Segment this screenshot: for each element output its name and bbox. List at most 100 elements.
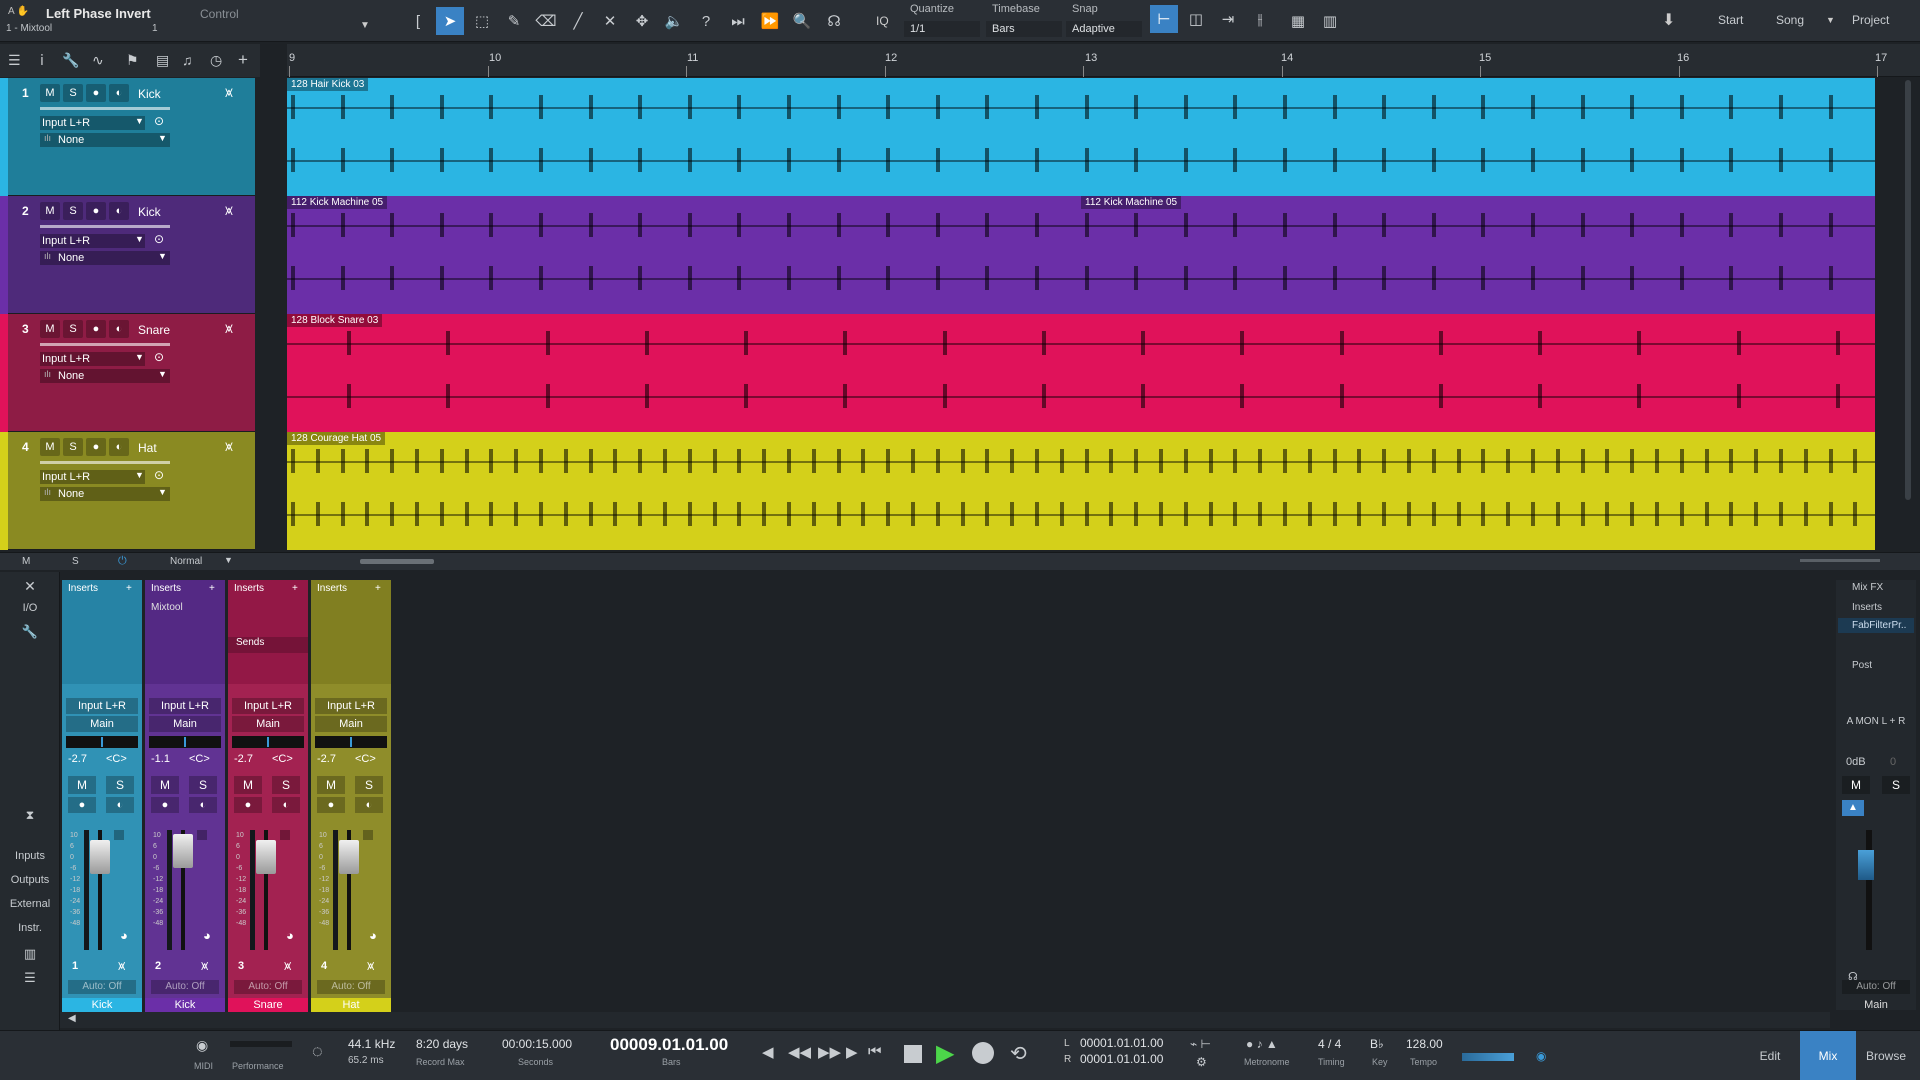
sync-icon[interactable]: ◌ <box>312 1041 323 1062</box>
zoom-icon[interactable]: 🔍 <box>788 7 816 35</box>
inserts-label[interactable]: Inserts <box>68 583 98 594</box>
inserts-panel[interactable]: Inserts + Mixtool <box>145 580 225 684</box>
main-monitor-icon[interactable]: ▲ <box>1842 800 1864 816</box>
tempo-value[interactable]: 128.00 <box>1406 1037 1443 1051</box>
monitor-icon[interactable]: ◐ <box>109 202 129 220</box>
track-output-select[interactable]: None <box>40 487 170 501</box>
strip-mute-button[interactable]: M <box>317 776 345 794</box>
strip-automation[interactable]: Auto: Off <box>317 980 385 994</box>
mute-tool-icon[interactable]: ✕ <box>596 7 624 35</box>
pencil-tool-icon[interactable]: ✎ <box>500 7 528 35</box>
track-mute-button[interactable]: M <box>40 438 60 456</box>
pan-slider[interactable] <box>315 736 387 748</box>
strip-record-button[interactable]: ● <box>234 797 262 813</box>
arranger-icon[interactable]: ♫ <box>182 52 193 68</box>
track-mute-button[interactable]: M <box>40 320 60 338</box>
waveform-icon[interactable]: ⩙ <box>284 958 291 974</box>
inputs-button[interactable]: Inputs <box>0 850 60 862</box>
eraser-tool-icon[interactable]: ⌫ <box>532 7 560 35</box>
strip-solo-button[interactable]: S <box>272 776 300 794</box>
strip-input-select[interactable]: Input L+R <box>149 698 221 714</box>
output-dropdown-icon[interactable]: ▼ <box>158 133 167 143</box>
strip-mute-button[interactable]: M <box>151 776 179 794</box>
waveform-icon[interactable]: ⩙ <box>225 320 233 337</box>
quantize-select[interactable]: 1/1 <box>904 21 980 37</box>
headphones-icon[interactable]: ☊ <box>820 7 848 35</box>
edit-view-button[interactable]: Edit <box>1742 1031 1798 1080</box>
fabfilter-plugin[interactable]: FabFilterPr.. <box>1838 618 1914 633</box>
main-fader-cap[interactable] <box>1858 850 1874 880</box>
strip-record-button[interactable]: ● <box>151 797 179 813</box>
strip-solo-button[interactable]: S <box>106 776 134 794</box>
timeline-ruler[interactable]: 9 10 11 12 13 14 15 16 17 <box>287 44 1920 77</box>
track-volume-slider[interactable] <box>40 107 170 110</box>
track-solo-button[interactable]: S <box>63 320 83 338</box>
expand-icon[interactable]: ⧗ <box>0 808 60 823</box>
waveform-icon[interactable]: ⩙ <box>367 958 374 974</box>
automation-icon[interactable]: ∿ <box>92 52 104 69</box>
mix-fx-label[interactable]: Mix FX <box>1852 582 1883 593</box>
waveform-icon[interactable]: ⩙ <box>118 958 125 974</box>
sends-label[interactable]: Sends <box>228 637 308 653</box>
bracket-icon[interactable]: [ <box>404 7 432 35</box>
output-dropdown-icon[interactable]: ▼ <box>158 487 167 497</box>
track-input-select[interactable]: Input L+R <box>40 116 145 130</box>
mode-select[interactable]: Normal <box>170 556 202 567</box>
scroll-left-icon[interactable]: ◀ <box>68 1013 76 1024</box>
strip-input-select[interactable]: Input L+R <box>66 698 138 714</box>
strip-mute-button[interactable]: M <box>234 776 262 794</box>
help-icon[interactable]: ? <box>692 7 720 35</box>
post-label[interactable]: Post <box>1852 660 1872 671</box>
track-input-select[interactable]: Input L+R <box>40 234 145 248</box>
folder-icon[interactable]: ▤ <box>156 52 169 69</box>
film-icon[interactable]: ▥ <box>1316 7 1344 35</box>
pan-slider[interactable] <box>232 736 304 748</box>
strip-output-select[interactable]: Main <box>149 716 221 732</box>
arrow-tool-icon[interactable]: ➤ <box>436 7 464 35</box>
main-fader-track[interactable] <box>1866 830 1872 950</box>
track-name[interactable]: Kick <box>138 87 161 101</box>
strip-output-select[interactable]: Main <box>315 716 387 732</box>
strip-output-select[interactable]: Main <box>232 716 304 732</box>
inserts-panel[interactable]: Inserts + <box>62 580 142 684</box>
metronome-settings-icon[interactable]: ⚙ <box>1196 1055 1207 1069</box>
track-lane[interactable]: 128 Hair Kick 03 <box>287 78 1875 196</box>
device-label[interactable]: 1 - Mixtool <box>6 23 52 34</box>
output-toggle-icon[interactable]: ◉ <box>1536 1049 1546 1063</box>
paint-tool-icon[interactable]: ╱ <box>564 7 592 35</box>
iq-button[interactable]: IQ <box>876 14 889 28</box>
waveform-icon[interactable]: ⩙ <box>225 438 233 455</box>
track-output-select[interactable]: None <box>40 251 170 265</box>
main-solo-button[interactable]: S <box>1882 776 1910 794</box>
clip-label[interactable]: 112 Kick Machine 05 <box>287 196 388 209</box>
fader-cap[interactable] <box>173 834 193 868</box>
close-icon[interactable]: ✕ <box>0 578 60 595</box>
input-dropdown-icon[interactable]: ▼ <box>135 352 144 362</box>
record-arm-icon[interactable]: ● <box>86 84 106 102</box>
clip-label[interactable]: 112 Kick Machine 05 <box>1081 196 1182 209</box>
track-volume-slider[interactable] <box>40 225 170 228</box>
track-output-select[interactable]: None <box>40 133 170 147</box>
strip-pan[interactable]: <C> <box>355 753 376 765</box>
outputs-button[interactable]: Outputs <box>0 874 60 886</box>
mix-view-button[interactable]: Mix <box>1800 1031 1856 1080</box>
bars-value[interactable]: 00009.01.01.00 <box>610 1035 728 1055</box>
key-value[interactable]: B♭ <box>1370 1037 1384 1051</box>
zoom-slider[interactable] <box>1800 559 1880 562</box>
browse-view-button[interactable]: Browse <box>1858 1031 1914 1080</box>
hand-icon[interactable]: A ✋ <box>8 6 34 20</box>
strip-output-select[interactable]: Main <box>66 716 138 732</box>
fast-forward-icon[interactable]: ▶▶ <box>818 1043 841 1061</box>
track-output-select[interactable]: None <box>40 369 170 383</box>
clock-icon[interactable]: ◷ <box>210 52 222 69</box>
external-button[interactable]: External <box>0 898 60 910</box>
strip-name[interactable]: Kick <box>62 998 142 1012</box>
track-solo-button[interactable]: S <box>63 202 83 220</box>
strip-volume[interactable]: -1.1 <box>151 753 170 765</box>
track-header[interactable]: 4 M S ● ◐ Hat ⩙ Input L+R ▼ ⊙ ılı None ▼ <box>0 432 255 550</box>
record-arm-icon[interactable]: ● <box>86 320 106 338</box>
strip-pan[interactable]: <C> <box>272 753 293 765</box>
strip-solo-button[interactable]: S <box>355 776 383 794</box>
input-monitor-toggle-icon[interactable]: ⊙ <box>154 350 164 364</box>
wrench-icon[interactable]: 🔧 <box>62 52 79 69</box>
